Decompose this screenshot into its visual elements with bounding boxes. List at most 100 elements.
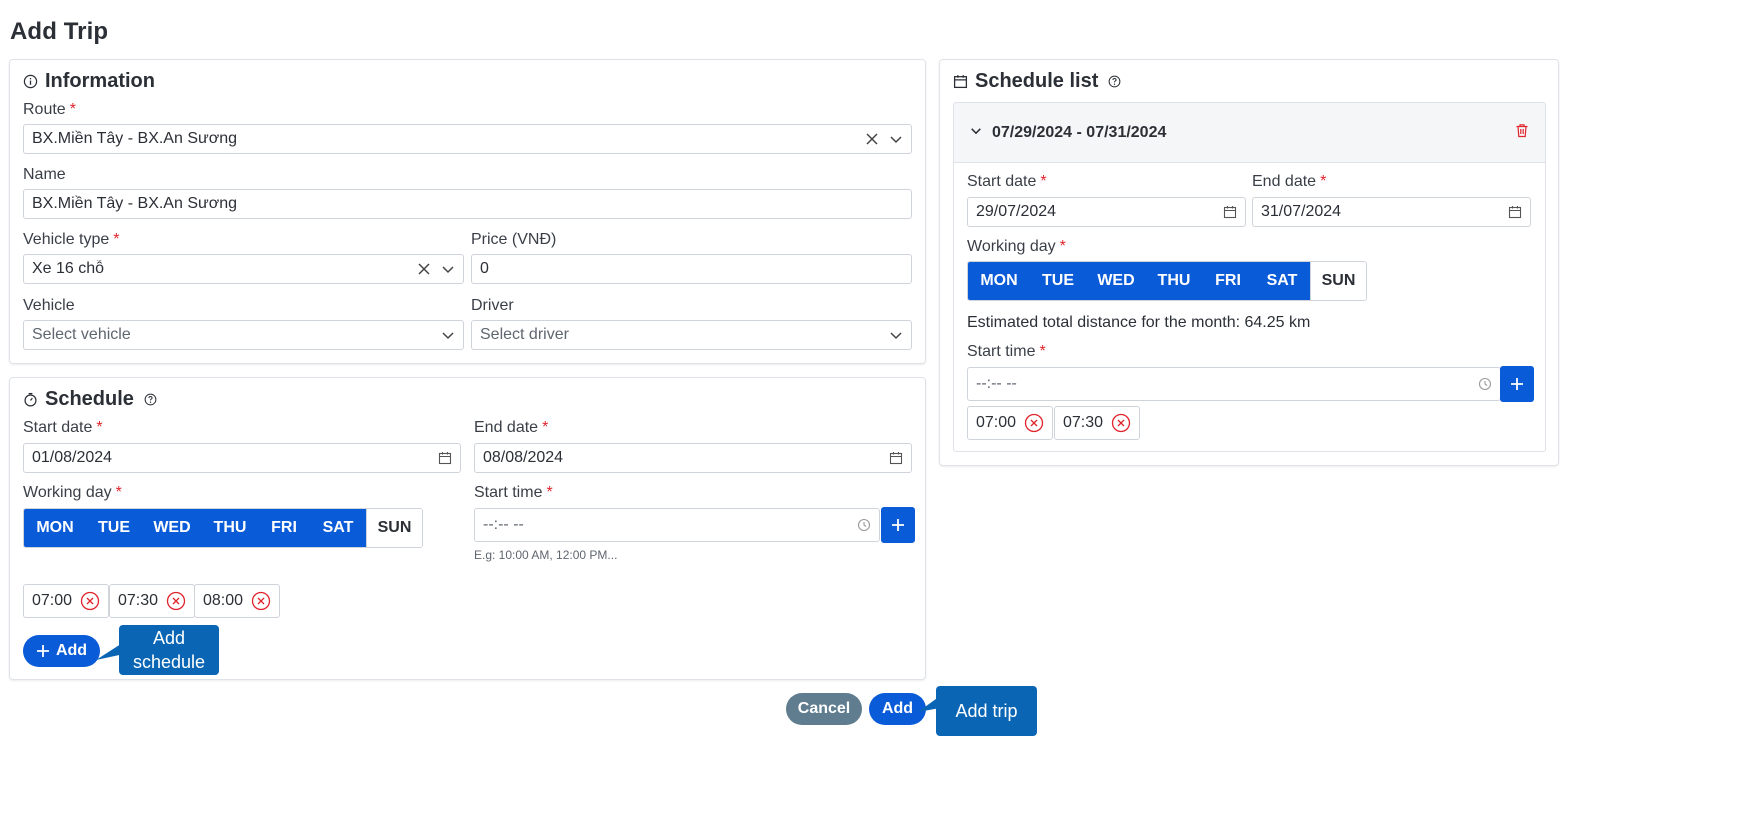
chevron-down-icon[interactable]	[889, 132, 903, 146]
clock-icon[interactable]	[857, 518, 871, 532]
chevron-down-icon[interactable]	[889, 328, 903, 342]
start-date-label: Start date *	[23, 419, 103, 437]
day-thu[interactable]: THU	[1146, 262, 1202, 300]
schedule-list-card: Schedule list 07/29/2024 - 07/31/2024 St…	[939, 59, 1559, 466]
day-wed[interactable]: WED	[142, 509, 202, 547]
time-chip-label: 08:00	[203, 592, 244, 609]
information-title: Information	[23, 70, 155, 93]
start-time-label-text: Start time	[474, 484, 543, 501]
day-mon[interactable]: MON	[968, 262, 1030, 300]
day-fri[interactable]: FRI	[258, 509, 310, 547]
day-sun[interactable]: SUN	[1310, 262, 1366, 300]
information-title-text: Information	[45, 70, 155, 92]
price-input[interactable]: 0	[471, 254, 912, 284]
remove-circle-icon[interactable]	[1024, 413, 1044, 433]
information-card: Information Route * BX.Miền Tây - BX.An S…	[9, 59, 926, 364]
chevron-down-icon[interactable]	[970, 124, 982, 142]
clear-icon[interactable]	[865, 132, 879, 146]
time-chip-label: 07:30	[118, 592, 159, 609]
vehicle-type-label-text: Vehicle type	[23, 231, 110, 248]
chevron-down-icon[interactable]	[441, 262, 455, 276]
end-date-label-text: End date	[474, 419, 539, 436]
remove-circle-icon[interactable]	[166, 591, 186, 611]
vehicle-type-value: Xe 16 chỗ	[32, 260, 105, 277]
schedule-item-header[interactable]: 07/29/2024 - 07/31/2024	[954, 103, 1545, 163]
schedule-item-range: 07/29/2024 - 07/31/2024	[992, 123, 1167, 141]
info-icon	[23, 74, 39, 90]
clear-icon[interactable]	[417, 262, 431, 276]
schedule-item: 07/29/2024 - 07/31/2024 Start date * 29/0…	[953, 102, 1546, 452]
time-chip: 07:30	[109, 584, 196, 618]
schedule-title-text: Schedule	[45, 388, 134, 410]
start-time-hint: E.g: 10:00 AM, 12:00 PM...	[474, 548, 618, 562]
driver-placeholder: Select driver	[480, 326, 569, 343]
end-date-label: End date *	[474, 419, 548, 437]
add-schedule-callout: Add schedule	[119, 625, 219, 675]
schedule-title: Schedule	[23, 388, 157, 411]
name-input[interactable]: BX.Miền Tây - BX.An Sương	[23, 189, 912, 219]
price-label: Price (VNĐ)	[471, 231, 557, 248]
calendar-icon[interactable]	[1508, 205, 1522, 219]
route-value: BX.Miền Tây - BX.An Sương	[32, 130, 237, 147]
vehicle-type-select[interactable]: Xe 16 chỗ	[23, 254, 464, 284]
day-sun[interactable]: SUN	[366, 509, 422, 547]
vehicle-placeholder: Select vehicle	[32, 326, 131, 343]
required-mark: *	[69, 101, 76, 118]
item-start-date-input[interactable]: 29/07/2024	[967, 197, 1246, 227]
remove-circle-icon[interactable]	[251, 591, 271, 611]
vehicle-type-label: Vehicle type *	[23, 231, 120, 249]
cancel-button[interactable]: Cancel	[786, 693, 862, 725]
day-sat[interactable]: SAT	[310, 509, 366, 547]
item-end-date-label: End date *	[1252, 173, 1326, 191]
driver-select[interactable]: Select driver	[471, 320, 912, 350]
plus-icon	[892, 519, 904, 531]
start-date-input[interactable]: 01/08/2024	[23, 443, 461, 473]
item-add-time-button[interactable]	[1500, 366, 1534, 402]
day-thu[interactable]: THU	[202, 509, 258, 547]
clock-icon[interactable]	[1478, 377, 1492, 391]
item-start-time-label: Start time *	[967, 343, 1046, 361]
add-schedule-label: Add	[55, 642, 88, 659]
remove-circle-icon[interactable]	[80, 591, 100, 611]
day-wed[interactable]: WED	[1086, 262, 1146, 300]
remove-circle-icon[interactable]	[1111, 413, 1131, 433]
item-start-time-input[interactable]: --:-- --	[967, 367, 1501, 401]
item-start-date-label: Start date *	[967, 173, 1047, 191]
calendar-icon[interactable]	[438, 451, 452, 465]
item-start-date-label-text: Start date	[967, 173, 1037, 190]
plus-icon	[36, 645, 49, 657]
start-date-label-text: Start date	[23, 419, 93, 436]
day-mon[interactable]: MON	[24, 509, 86, 547]
end-date-input[interactable]: 08/08/2024	[474, 443, 912, 473]
help-icon[interactable]	[1108, 75, 1121, 88]
route-select[interactable]: BX.Miền Tây - BX.An Sương	[23, 124, 912, 154]
item-start-date-value: 29/07/2024	[976, 203, 1057, 220]
item-start-time-placeholder: --:-- --	[976, 375, 1017, 392]
start-date-value: 01/08/2024	[32, 449, 113, 466]
start-time-input[interactable]: --:-- --	[474, 508, 880, 542]
working-day-selector: MON TUE WED THU FRI SAT SUN	[23, 508, 423, 548]
day-sat[interactable]: SAT	[1254, 262, 1310, 300]
required-mark: *	[546, 484, 553, 501]
vehicle-select[interactable]: Select vehicle	[23, 320, 464, 350]
route-label: Route *	[23, 101, 76, 119]
day-tue[interactable]: TUE	[1030, 262, 1086, 300]
day-tue[interactable]: TUE	[86, 509, 142, 547]
day-fri[interactable]: FRI	[1202, 262, 1254, 300]
working-day-label: Working day *	[23, 484, 122, 502]
calendar-icon[interactable]	[1223, 205, 1237, 219]
help-icon[interactable]	[144, 393, 157, 406]
plus-icon	[1511, 378, 1523, 390]
stopwatch-icon	[23, 392, 39, 408]
required-mark: *	[1040, 173, 1047, 190]
add-schedule-button[interactable]: Add	[23, 635, 100, 667]
name-value: BX.Miền Tây - BX.An Sương	[32, 195, 237, 212]
chevron-down-icon[interactable]	[441, 328, 455, 342]
trash-icon[interactable]	[1515, 123, 1529, 143]
route-label-text: Route	[23, 101, 66, 118]
add-time-button[interactable]	[881, 507, 915, 543]
item-end-date-label-text: End date	[1252, 173, 1317, 190]
item-end-date-input[interactable]: 31/07/2024	[1252, 197, 1531, 227]
driver-label: Driver	[471, 297, 514, 314]
calendar-icon[interactable]	[889, 451, 903, 465]
